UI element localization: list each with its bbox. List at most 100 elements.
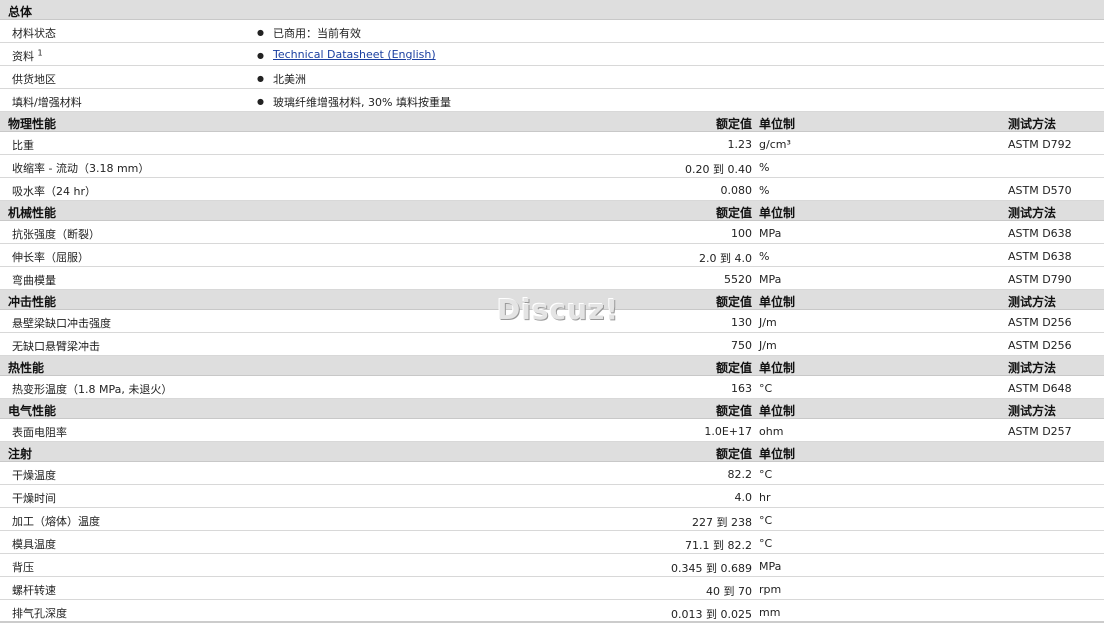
unit-value: MPa — [759, 227, 782, 240]
unit-value: % — [759, 184, 770, 197]
unit-value: °C — [759, 468, 773, 481]
unit-value: °C — [759, 537, 773, 550]
general-row: 资料 1 ● Technical Datasheet (English) — [0, 43, 1104, 66]
property-name: 收缩率 - 流动（3.18 mm） — [12, 162, 150, 175]
nominal-value: 0.345 到 0.689 — [671, 562, 752, 575]
unit-header: 单位制 — [759, 117, 796, 131]
property-row: 无缺口悬臂梁冲击 750 J/m ASTM D256 — [0, 333, 1104, 356]
nominal-value: 5520 — [724, 273, 752, 286]
property-row: 弯曲模量 5520 MPa ASTM D790 — [0, 267, 1104, 290]
nominal-value: 750 — [731, 339, 752, 352]
nominal-header: 额定值 — [715, 447, 752, 461]
bullet-icon: ● — [257, 97, 264, 106]
method-header: 测试方法 — [1008, 295, 1057, 309]
footnote-marker: 1 — [37, 48, 43, 58]
nominal-value: 1.23 — [727, 138, 753, 151]
nominal-header: 额定值 — [715, 206, 752, 220]
bullet-icon: ● — [257, 74, 264, 83]
property-row: 排气孔深度 0.013 到 0.025 mm — [0, 600, 1104, 623]
unit-value: % — [759, 250, 770, 263]
property-row: 抗张强度（断裂） 100 MPa ASTM D638 — [0, 221, 1104, 244]
property-value: 北美洲 — [273, 73, 306, 86]
nominal-value: 40 到 70 — [706, 585, 752, 598]
property-name-text: 填料/增强材料 — [12, 96, 82, 109]
nominal-value: 100 — [731, 227, 752, 240]
unit-value: °C — [759, 514, 773, 527]
nominal-value: 4.0 — [734, 491, 753, 504]
unit-value: mm — [759, 606, 781, 619]
bullet-icon: ● — [257, 51, 264, 60]
unit-value: J/m — [759, 316, 777, 329]
property-row: 干燥温度 82.2 °C — [0, 462, 1104, 485]
unit-value: % — [759, 161, 770, 174]
property-value: 玻璃纤维增强材料, 30% 填料按重量 — [273, 96, 451, 109]
nominal-value: 227 到 238 — [692, 516, 752, 529]
watermark: Discuz! — [497, 293, 620, 326]
property-row: 螺杆转速 40 到 70 rpm — [0, 577, 1104, 600]
general-row: 供货地区 ● 北美洲 — [0, 66, 1104, 89]
general-row: 材料状态 ● 已商用：当前有效 — [0, 20, 1104, 43]
unit-value: ohm — [759, 425, 784, 438]
section-header: 热性能 额定值 单位制 测试方法 — [0, 356, 1104, 376]
property-row: 加工（熔体）温度 227 到 238 °C — [0, 508, 1104, 531]
nominal-header: 额定值 — [715, 404, 752, 418]
nominal-value: 0.013 到 0.025 — [671, 608, 752, 621]
unit-header: 单位制 — [759, 361, 796, 375]
unit-value: rpm — [759, 583, 782, 596]
property-name: 热变形温度（1.8 MPa, 未退火） — [12, 383, 173, 396]
property-row: 干燥时间 4.0 hr — [0, 485, 1104, 508]
property-row: 比重 1.23 g/cm³ ASTM D792 — [0, 132, 1104, 155]
section-header: 电气性能 额定值 单位制 测试方法 — [0, 399, 1104, 419]
test-method: ASTM D648 — [1008, 382, 1072, 395]
test-method: ASTM D638 — [1008, 227, 1072, 240]
section-title: 冲击性能 — [8, 295, 57, 309]
property-name: 螺杆转速 — [12, 584, 56, 597]
property-row: 吸水率（24 hr） 0.080% ASTM D570 — [0, 178, 1104, 201]
method-header: 测试方法 — [1008, 404, 1057, 418]
property-name: 弯曲模量 — [12, 274, 56, 287]
property-name: 背压 — [12, 561, 34, 574]
property-name: 材料状态 — [12, 25, 56, 41]
nominal-value: 82.2 — [727, 468, 753, 481]
property-name: 无缺口悬臂梁冲击 — [12, 340, 100, 353]
property-name: 干燥温度 — [12, 469, 56, 482]
section-title: 电气性能 — [8, 404, 57, 418]
nominal-value: 0.080 — [720, 184, 753, 197]
property-name: 排气孔深度 — [12, 607, 67, 620]
unit-value: g/cm³ — [759, 138, 791, 151]
nominal-value: 0.20 到 0.40 — [685, 163, 752, 176]
section-title: 物理性能 — [8, 117, 57, 131]
property-name-text: 资料 — [12, 50, 34, 63]
property-name-text: 供货地区 — [12, 73, 56, 86]
test-method: ASTM D790 — [1008, 273, 1072, 286]
nominal-header: 额定值 — [715, 295, 752, 309]
test-method: ASTM D257 — [1008, 425, 1072, 438]
unit-header: 单位制 — [759, 295, 796, 309]
property-row: 收缩率 - 流动（3.18 mm） 0.20 到 0.40% — [0, 155, 1104, 178]
nominal-value: 71.1 到 82.2 — [685, 539, 752, 552]
property-name: 伸长率（屈服） — [12, 251, 89, 264]
section-title: 机械性能 — [8, 206, 57, 220]
nominal-value: 130 — [731, 316, 752, 329]
general-row: 填料/增强材料 ● 玻璃纤维增强材料, 30% 填料按重量 — [0, 89, 1104, 112]
property-name: 模具温度 — [12, 538, 56, 551]
property-row: 背压 0.345 到 0.689 MPa — [0, 554, 1104, 577]
section-header: 注射 额定值 单位制 — [0, 442, 1104, 462]
property-name: 加工（熔体）温度 — [12, 515, 100, 528]
unit-value: hr — [759, 491, 771, 504]
datasheet-link[interactable]: Technical Datasheet (English) — [273, 48, 436, 61]
test-method: ASTM D256 — [1008, 339, 1072, 352]
nominal-value: 1.0E+17 — [704, 425, 752, 438]
method-header: 测试方法 — [1008, 206, 1057, 220]
unit-value: J/m — [759, 339, 777, 352]
nominal-header: 额定值 — [715, 117, 752, 131]
nominal-value: 163 — [731, 382, 752, 395]
section-title: 热性能 — [8, 361, 45, 375]
section-header: 物理性能 额定值 单位制 测试方法 — [0, 112, 1104, 132]
property-name: 悬壁梁缺口冲击强度 — [12, 317, 111, 330]
unit-header: 单位制 — [759, 447, 796, 461]
property-row: 模具温度 71.1 到 82.2 °C — [0, 531, 1104, 554]
property-name: 表面电阻率 — [12, 426, 67, 439]
section-title: 注射 — [8, 447, 33, 461]
test-method: ASTM D792 — [1008, 138, 1072, 151]
